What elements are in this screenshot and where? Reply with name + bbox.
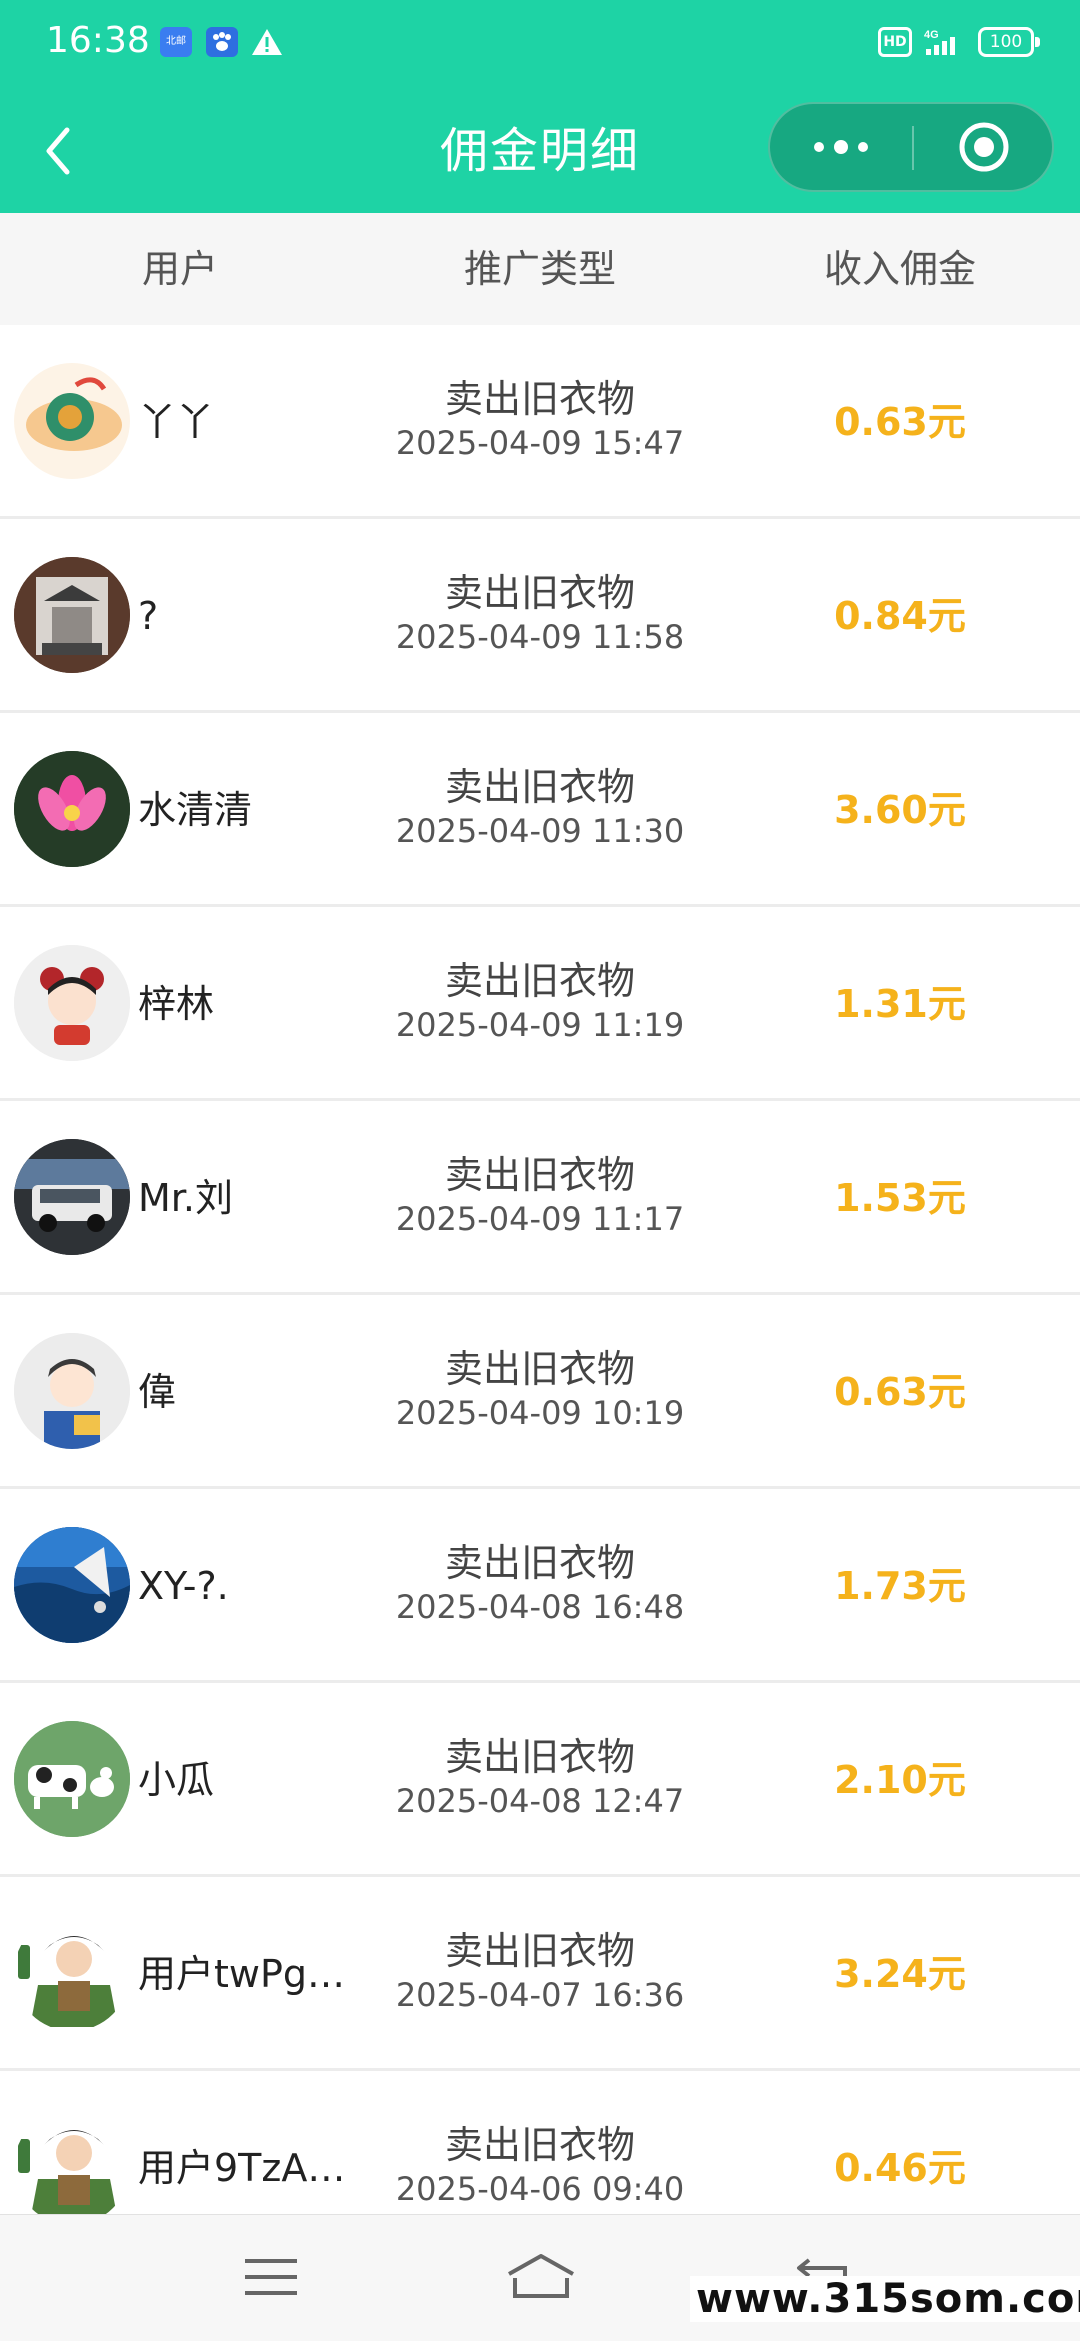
hd-badge: HD bbox=[878, 27, 912, 57]
cow-avatar bbox=[14, 1721, 130, 1837]
promotion-type: 卖出旧衣物 bbox=[444, 571, 635, 615]
mini-program-capsule bbox=[768, 102, 1054, 192]
warning-icon bbox=[250, 27, 284, 57]
table-header: 用户 推广类型 收入佣金 bbox=[0, 213, 1080, 325]
user-name: ? bbox=[138, 594, 159, 638]
ocean-avatar bbox=[14, 1527, 130, 1643]
promotion-type: 卖出旧衣物 bbox=[444, 377, 635, 421]
commission-amount: 0.63元 bbox=[834, 1370, 966, 1414]
lotus-avatar bbox=[14, 751, 130, 867]
row-time: 2025-04-08 16:48 bbox=[395, 1588, 685, 1626]
table-row[interactable]: XY-?. 卖出旧衣物 2025-04-08 16:48 1.73元 bbox=[0, 1489, 1080, 1683]
signal-icon: 4G bbox=[922, 27, 962, 57]
row-time: 2025-04-09 10:19 bbox=[395, 1394, 685, 1432]
menu-button[interactable] bbox=[226, 2245, 316, 2309]
promotion-type: 卖出旧衣物 bbox=[444, 1153, 635, 1197]
network-type: 4G bbox=[924, 29, 939, 41]
header-user: 用户 bbox=[141, 247, 218, 291]
table-row[interactable]: 水清清 卖出旧衣物 2025-04-09 11:30 3.60元 bbox=[0, 713, 1080, 907]
promotion-type: 卖出旧衣物 bbox=[444, 2123, 635, 2167]
warrior-avatar bbox=[14, 2109, 130, 2225]
row-time: 2025-04-09 15:47 bbox=[395, 424, 685, 462]
home-button[interactable] bbox=[496, 2245, 586, 2309]
promotion-type: 卖出旧衣物 bbox=[444, 1929, 635, 1973]
row-time: 2025-04-06 09:40 bbox=[395, 2170, 685, 2208]
row-time: 2025-04-09 11:58 bbox=[395, 618, 685, 656]
header-amount: 收入佣金 bbox=[823, 247, 976, 291]
user-name: XY-?. bbox=[138, 1564, 229, 1608]
row-time: 2025-04-07 16:36 bbox=[395, 1976, 685, 2014]
table-row[interactable]: 梓林 卖出旧衣物 2025-04-09 11:19 1.31元 bbox=[0, 907, 1080, 1101]
pavilion-avatar bbox=[14, 557, 130, 673]
commission-amount: 3.24元 bbox=[834, 1952, 966, 1996]
close-mini-program-button[interactable] bbox=[914, 104, 1054, 190]
table-row[interactable]: 小瓜 卖出旧衣物 2025-04-08 12:47 2.10元 bbox=[0, 1683, 1080, 1877]
top-bar: 16:38 北邮 HD 4G 100 佣金明细 bbox=[0, 0, 1080, 213]
user-name: 丫丫 bbox=[138, 400, 215, 444]
user-name: Mr.刘 bbox=[138, 1176, 234, 1220]
table-row[interactable]: 偉 卖出旧衣物 2025-04-09 10:19 0.63元 bbox=[0, 1295, 1080, 1489]
cartoon-boy-avatar bbox=[14, 1333, 130, 1449]
lucky-bag-avatar bbox=[14, 363, 130, 479]
user-name: 偉 bbox=[138, 1370, 177, 1414]
user-name: 小瓜 bbox=[138, 1758, 215, 1802]
promotion-type: 卖出旧衣物 bbox=[444, 765, 635, 809]
suv-avatar bbox=[14, 1139, 130, 1255]
more-dots-icon bbox=[814, 140, 868, 154]
row-time: 2025-04-09 11:19 bbox=[395, 1006, 685, 1044]
table-row[interactable]: ? 卖出旧衣物 2025-04-09 11:58 0.84元 bbox=[0, 519, 1080, 713]
cartoon-girl-avatar bbox=[14, 945, 130, 1061]
user-name: 用户twPg… bbox=[138, 1952, 346, 1996]
commission-amount: 1.53元 bbox=[834, 1176, 966, 1220]
promotion-type: 卖出旧衣物 bbox=[444, 1541, 635, 1585]
promotion-type: 卖出旧衣物 bbox=[444, 1735, 635, 1779]
row-time: 2025-04-09 11:30 bbox=[395, 812, 685, 850]
row-time: 2025-04-08 12:47 bbox=[395, 1782, 685, 1820]
commission-amount: 2.10元 bbox=[834, 1758, 966, 1802]
commission-amount: 0.63元 bbox=[834, 400, 966, 444]
commission-amount: 3.60元 bbox=[834, 788, 966, 832]
notification-app-icon: 北邮 bbox=[160, 27, 192, 57]
home-icon bbox=[508, 2254, 574, 2298]
commission-amount: 1.31元 bbox=[834, 982, 966, 1026]
promotion-type: 卖出旧衣物 bbox=[444, 1347, 635, 1391]
header-type: 推广类型 bbox=[463, 247, 616, 291]
user-name: 水清清 bbox=[138, 788, 253, 832]
table-row[interactable]: 用户twPg… 卖出旧衣物 2025-04-07 16:36 3.24元 bbox=[0, 1877, 1080, 2071]
warrior-avatar bbox=[14, 1915, 130, 2031]
table-row[interactable]: Mr.刘 卖出旧衣物 2025-04-09 11:17 1.53元 bbox=[0, 1101, 1080, 1295]
more-button[interactable] bbox=[770, 104, 912, 190]
battery-icon: 100 bbox=[978, 27, 1040, 57]
baidu-paw-icon bbox=[206, 27, 238, 57]
table-row[interactable]: 丫丫 卖出旧衣物 2025-04-09 15:47 0.63元 bbox=[0, 325, 1080, 519]
promotion-type: 卖出旧衣物 bbox=[444, 959, 635, 1003]
user-name: 梓林 bbox=[138, 982, 215, 1026]
commission-amount: 0.84元 bbox=[834, 594, 966, 638]
watermark: www.315som.com bbox=[690, 2276, 1080, 2322]
target-circle-icon bbox=[959, 122, 1009, 172]
row-time: 2025-04-09 11:17 bbox=[395, 1200, 685, 1238]
menu-icon bbox=[245, 2259, 297, 2295]
status-time: 16:38 bbox=[46, 20, 150, 61]
commission-amount: 1.73元 bbox=[834, 1564, 966, 1608]
